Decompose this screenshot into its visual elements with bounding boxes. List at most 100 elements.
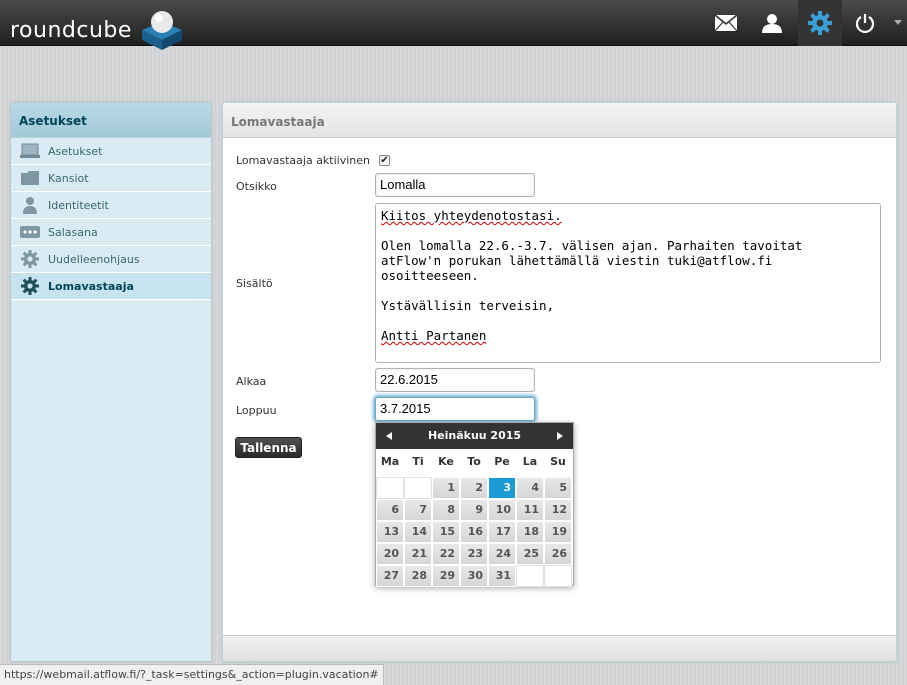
subject-input[interactable]: Lomalla [375,173,535,197]
sidebar-item-label: Identiteetit [48,198,109,212]
contacts-button[interactable] [750,0,794,46]
body-textarea[interactable]: Kiitos yhteydenotostasi.​Olen lomalla 22… [375,203,881,363]
day-cell: ​ [404,477,432,499]
day-cell[interactable]: 11 [516,499,544,521]
day-cell[interactable]: 20 [376,543,404,565]
day-cell[interactable]: 2 [460,477,488,499]
day-cell[interactable]: 30 [460,565,488,587]
day-cell[interactable]: 13 [376,521,404,543]
body-line: ​ [381,283,875,298]
settings-button[interactable] [798,0,842,46]
logout-button[interactable] [843,0,887,46]
settings-icon [808,11,832,35]
sidebar-item-label: Asetukset [48,144,103,158]
day-cell: ​ [516,565,544,587]
sidebar-item-salasana[interactable]: Salasana [11,219,211,246]
mail-button[interactable] [704,0,748,46]
body-line: ​ [381,313,875,328]
active-checkbox[interactable]: ✔ [379,155,390,166]
week-row: 13 14 15 16 17 18 19 [376,521,575,543]
day-cell[interactable]: 29 [432,565,460,587]
chevron-left-icon [386,432,392,440]
chevron-right-icon [557,432,563,440]
sidebar-item-label: Kansiot [48,171,89,185]
day-cell[interactable]: 15 [432,521,460,543]
datepicker: Heinäkuu 2015 Ma Ti Ke To Pe La Su ​ ​ 1… [375,422,575,587]
day-cell[interactable]: 26 [544,543,572,565]
settings-sidebar: Asetukset Asetukset Kansiot Identiteetit… [10,102,212,662]
day-cell[interactable]: 1 [432,477,460,499]
start-label: Alkaa [236,375,267,388]
save-button[interactable]: Tallenna [235,437,302,458]
user-menu-button[interactable] [888,0,907,46]
day-cell[interactable]: 12 [544,499,572,521]
folder-icon [19,169,41,187]
day-cell[interactable]: 4 [516,477,544,499]
week-row: 20 21 22 23 24 25 26 [376,543,575,565]
sidebar-item-label: Uudelleenohjaus [48,252,140,266]
day-cell[interactable]: 6 [376,499,404,521]
day-cell[interactable]: 9 [460,499,488,521]
day-cell[interactable]: 3 [488,477,516,499]
day-grid: ​ ​ 1 2 3 4 5 6 7 8 9 10 11 12 13 14 15 … [376,477,575,587]
weekday-header: Ma Ti Ke To Pe La Su [376,451,573,473]
day-cell[interactable]: 28 [404,565,432,587]
day-cell[interactable]: 21 [404,543,432,565]
day-cell[interactable]: 5 [544,477,572,499]
person-icon [19,196,41,214]
day-cell[interactable]: 17 [488,521,516,543]
sidebar-item-kansiot[interactable]: Kansiot [11,165,211,192]
sidebar-item-uudelleenohjaus[interactable]: Uudelleenohjaus [11,246,211,273]
day-cell[interactable]: 19 [544,521,572,543]
weekday-label: Su [550,455,566,468]
panel-footer [223,635,896,661]
weekday-label: Ti [412,455,424,468]
power-icon [855,14,875,33]
contacts-icon [762,14,782,33]
top-bar: roundcube [0,0,907,50]
day-cell[interactable]: 25 [516,543,544,565]
day-cell[interactable]: 8 [432,499,460,521]
prev-month-button[interactable] [382,423,396,449]
day-cell[interactable]: 10 [488,499,516,521]
datepicker-header: Heinäkuu 2015 [376,423,573,449]
end-label: Loppuu [236,404,277,417]
day-cell[interactable]: 16 [460,521,488,543]
day-cell[interactable]: 22 [432,543,460,565]
day-cell[interactable]: 18 [516,521,544,543]
sidebar-item-asetukset[interactable]: Asetukset [11,138,211,165]
body-line: Antti Partanen [381,328,487,343]
day-cell[interactable]: 31 [488,565,516,587]
roundcube-logo[interactable]: roundcube [10,6,190,50]
sidebar-title: Asetukset [11,103,211,138]
page-title: Lomavastaaja [223,103,896,138]
weekday-label: Ma [380,455,400,468]
day-cell[interactable]: 14 [404,521,432,543]
start-date-input[interactable]: 22.6.2015 [375,368,535,392]
next-month-button[interactable] [553,423,567,449]
sidebar-item-label: Lomavastaaja [48,279,134,293]
week-row: 27 28 29 30 31 ​ ​ [376,565,575,587]
sidebar-item-lomavastaaja[interactable]: Lomavastaaja [11,273,211,300]
day-cell: ​ [544,565,572,587]
chevron-down-icon [893,20,902,25]
logo-box-icon [142,11,182,50]
day-cell[interactable]: 27 [376,565,404,587]
weekday-label: Pe [494,455,510,468]
end-date-input[interactable]: 3.7.2015 [375,397,535,421]
day-cell[interactable]: 23 [460,543,488,565]
sidebar-item-identiteetit[interactable]: Identiteetit [11,192,211,219]
body-line: Kiitos yhteydenotostasi. [381,208,562,223]
day-cell[interactable]: 24 [488,543,516,565]
month-label: Heinäkuu 2015 [427,429,522,442]
body-line: Olen lomalla 22.6.-3.7. välisen ajan. Pa… [381,238,803,253]
weekday-label: La [522,455,538,468]
body-line: atFlow'n porukan lähettämällä viestin tu… [381,253,773,268]
day-cell[interactable]: 7 [404,499,432,521]
body-line: ​ [381,223,875,238]
body-line: Ystävällisin terveisin, [381,298,555,313]
password-icon [19,223,41,241]
week-row: 6 7 8 9 10 11 12 [376,499,575,521]
week-row: ​ ​ 1 2 3 4 5 [376,477,575,499]
logo-text: roundcube [10,18,132,43]
